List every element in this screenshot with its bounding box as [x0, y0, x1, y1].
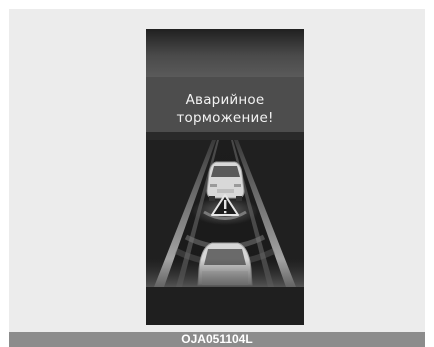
warning-text-line1: Аварийное: [185, 92, 265, 108]
road-scene: [146, 29, 304, 325]
footer-band: [146, 287, 304, 325]
header-band: [146, 29, 304, 77]
warning-text-line2: торможение!: [176, 110, 274, 126]
figure-code: OJA051104L: [181, 332, 253, 346]
caption-bar: OJA051104L: [9, 332, 425, 347]
cluster-display: Аварийное торможение!: [146, 29, 304, 325]
